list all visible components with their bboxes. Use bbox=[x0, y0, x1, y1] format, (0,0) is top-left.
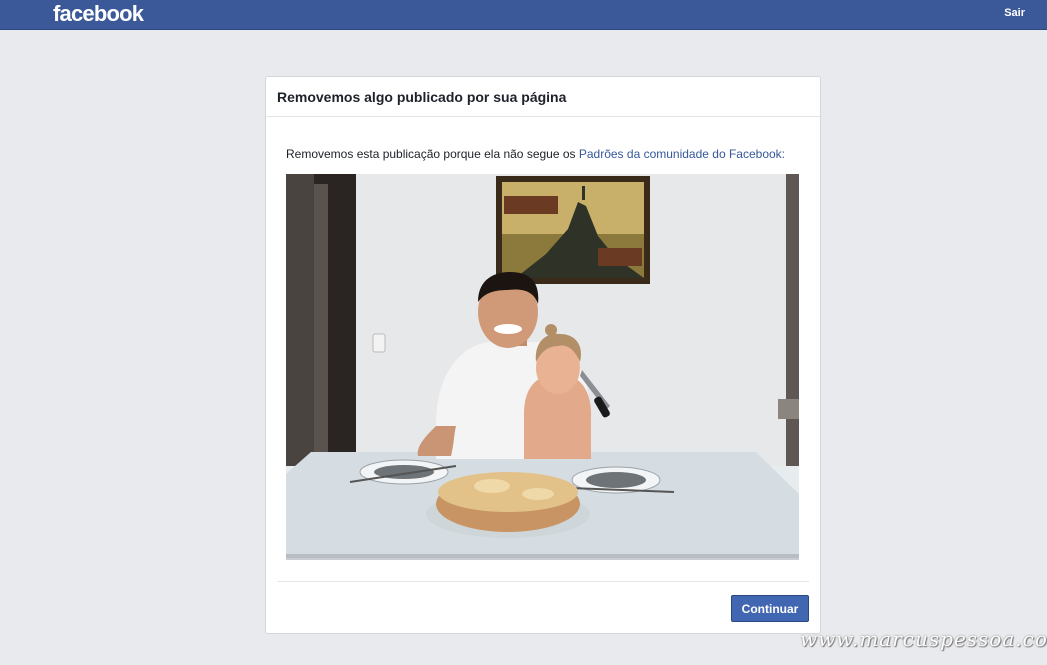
top-bar: facebook Sair bbox=[0, 0, 1047, 30]
community-standards-link[interactable]: Padrões da comunidade do Facebook: bbox=[579, 147, 785, 161]
dialog-title: Removemos algo publicado por sua página bbox=[266, 77, 820, 117]
facebook-logo[interactable]: facebook bbox=[53, 0, 144, 29]
dialog-body: Removemos esta publicação porque ela não… bbox=[266, 117, 820, 560]
removed-post-photo bbox=[286, 174, 799, 560]
removal-message: Removemos esta publicação porque ela não… bbox=[286, 147, 800, 162]
continue-button[interactable]: Continuar bbox=[731, 595, 809, 622]
photo-image bbox=[286, 174, 799, 558]
footer-divider bbox=[277, 581, 809, 582]
removal-dialog: Removemos algo publicado por sua página … bbox=[265, 76, 821, 634]
logout-link[interactable]: Sair bbox=[1004, 0, 1025, 29]
watermark-text: www.marcuspessoa.com bbox=[800, 627, 1047, 651]
removal-message-text: Removemos esta publicação porque ela não… bbox=[286, 147, 579, 161]
